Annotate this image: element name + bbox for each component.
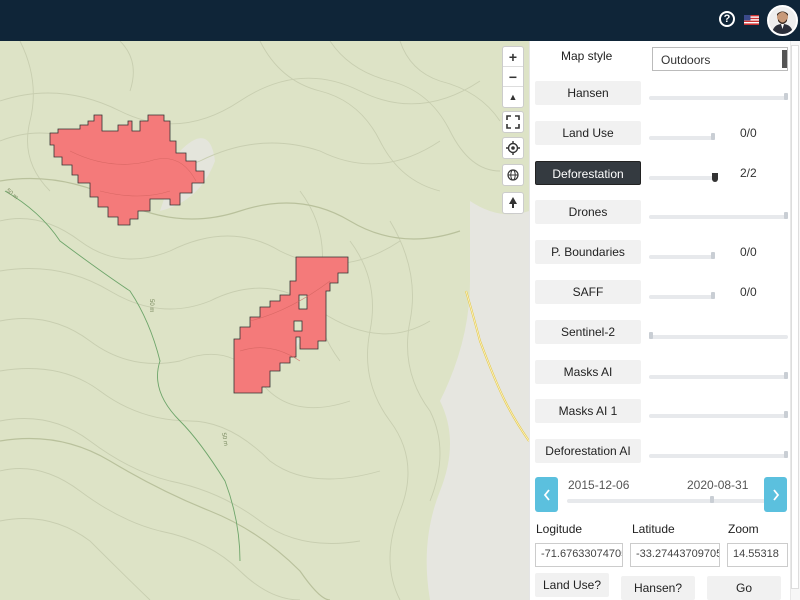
zoom-input[interactable]: 14.55318 xyxy=(727,543,788,567)
layers-panel: Map style Outdoors Hansen Land Use 0/0 Defo… xyxy=(529,41,800,600)
globe-icon[interactable] xyxy=(502,164,524,186)
contour-label: 50 m xyxy=(5,188,19,201)
contour-label: 50 m xyxy=(148,299,154,312)
deforestation-polygon xyxy=(49,114,205,226)
zoom-control: + − ▲ xyxy=(502,46,524,108)
layer-opacity-slider[interactable] xyxy=(649,93,788,100)
layer-opacity-slider[interactable] xyxy=(649,212,788,219)
prev-date-button[interactable] xyxy=(535,477,558,512)
layer-button[interactable]: Deforestation AI xyxy=(535,439,641,463)
layer-opacity-slider[interactable] xyxy=(649,372,788,379)
top-bar: ? xyxy=(0,0,800,41)
layer-button[interactable]: Drones xyxy=(535,200,641,224)
dropdown-caret-icon xyxy=(782,50,787,68)
layer-button[interactable]: Masks AI xyxy=(535,360,641,384)
slider-handle[interactable] xyxy=(784,451,788,458)
topographic-map: 50 m 50 m 50 m xyxy=(0,41,529,600)
help-icon[interactable]: ? xyxy=(719,11,735,27)
compass-icon[interactable]: ▲ xyxy=(503,87,523,107)
slider-handle[interactable] xyxy=(649,332,653,339)
layer-button[interactable]: P. Boundaries xyxy=(535,240,641,264)
latitude-input[interactable]: -33.27443709705 xyxy=(630,543,720,567)
zoom-in-button[interactable]: + xyxy=(503,47,523,67)
layer-opacity-slider[interactable] xyxy=(649,451,788,458)
layer-button[interactable]: SAFF xyxy=(535,280,641,304)
layer-button[interactable]: Deforestation xyxy=(535,161,641,185)
layer-opacity-slider[interactable] xyxy=(649,252,715,259)
land-use-query-button[interactable]: Land Use? xyxy=(535,573,609,597)
layer-opacity-slider[interactable] xyxy=(649,133,715,140)
panel-scrollbar[interactable] xyxy=(790,41,800,600)
zoom-label: Zoom xyxy=(728,522,759,536)
slider-handle[interactable] xyxy=(711,252,715,259)
layer-opacity-slider[interactable] xyxy=(649,411,788,418)
chevron-left-icon xyxy=(543,488,550,501)
chevron-right-icon xyxy=(772,488,779,501)
map-style-select[interactable]: Outdoors xyxy=(652,47,788,71)
zoom-out-button[interactable]: − xyxy=(503,67,523,87)
map-style-label: Map style xyxy=(561,49,613,63)
scrollbar-thumb[interactable] xyxy=(791,45,799,589)
date-start: 2015-12-06 xyxy=(568,478,630,492)
fullscreen-icon[interactable] xyxy=(502,111,524,133)
slider-handle[interactable] xyxy=(784,212,788,219)
slider-handle[interactable] xyxy=(712,173,718,182)
layer-button[interactable]: Hansen xyxy=(535,81,641,105)
layer-count: 2/2 xyxy=(740,166,757,180)
date-range-slider[interactable] xyxy=(567,496,769,503)
slider-handle[interactable] xyxy=(784,372,788,379)
layer-button[interactable]: Land Use xyxy=(535,121,641,145)
user-avatar[interactable] xyxy=(767,5,798,36)
layer-button[interactable]: Sentinel-2 xyxy=(535,320,641,344)
date-end: 2020-08-31 xyxy=(687,478,749,492)
slider-handle[interactable] xyxy=(711,292,715,299)
layer-button[interactable]: Masks AI 1 xyxy=(535,399,641,423)
layer-opacity-slider[interactable] xyxy=(649,332,788,339)
locate-icon[interactable] xyxy=(502,137,524,159)
deforestation-polygon xyxy=(233,256,349,394)
layer-count: 0/0 xyxy=(740,126,757,140)
longitude-input[interactable]: -71.67633074705 xyxy=(535,543,623,567)
map-view[interactable]: 50 m 50 m 50 m + − ▲ xyxy=(0,41,529,600)
date-range-end-handle[interactable] xyxy=(710,496,714,503)
slider-handle[interactable] xyxy=(784,93,788,100)
map-style-value: Outdoors xyxy=(661,53,711,67)
slider-handle[interactable] xyxy=(711,133,715,140)
next-date-button[interactable] xyxy=(764,477,787,512)
go-button[interactable]: Go xyxy=(707,576,781,600)
hansen-query-button[interactable]: Hansen? xyxy=(621,576,695,600)
layer-count: 0/0 xyxy=(740,245,757,259)
slider-handle[interactable] xyxy=(784,411,788,418)
contour-label: 50 m xyxy=(220,432,228,446)
latitude-label: Latitude xyxy=(632,522,675,536)
tree-icon[interactable] xyxy=(502,192,524,214)
longitude-label: Logitude xyxy=(536,522,583,536)
us-flag-icon[interactable] xyxy=(744,15,759,25)
layer-count: 0/0 xyxy=(740,285,757,299)
layer-opacity-slider[interactable] xyxy=(649,292,715,299)
layer-opacity-slider[interactable] xyxy=(649,173,718,182)
